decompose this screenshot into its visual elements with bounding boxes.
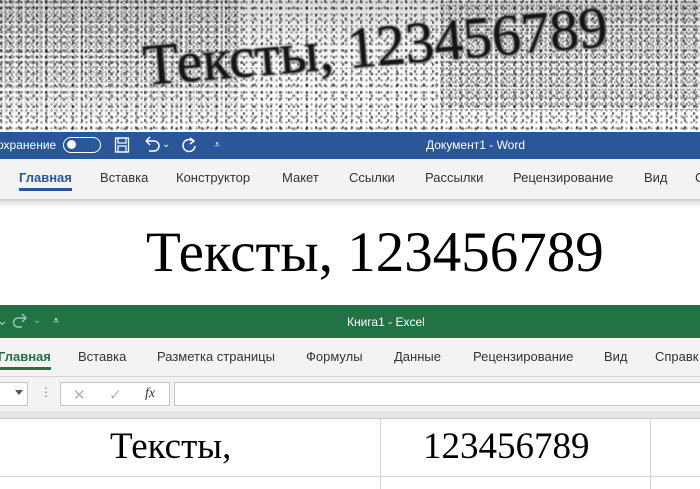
excel-redo-icon[interactable]: [12, 312, 30, 330]
excel-tab-page-layout[interactable]: Разметка страницы: [157, 349, 275, 364]
word-tab-insert[interactable]: Вставка: [100, 170, 148, 185]
cell-a1[interactable]: Тексты,: [110, 425, 231, 468]
cancel-entry-icon[interactable]: ✕: [73, 386, 86, 404]
word-tab-layout[interactable]: Макет: [282, 170, 319, 185]
undo-icon[interactable]: [142, 136, 162, 154]
excel-tab-view[interactable]: Вид: [604, 349, 628, 364]
autosave-toggle[interactable]: [63, 137, 101, 153]
name-box-dropdown-icon[interactable]: [15, 390, 23, 395]
enter-entry-icon[interactable]: ✓: [109, 386, 122, 404]
worksheet-grid: Тексты, 123456789: [0, 411, 700, 489]
excel-redo-dropdown-icon[interactable]: ⌄: [33, 312, 41, 330]
excel-tab-formulas[interactable]: Формулы: [306, 349, 363, 364]
undo-dropdown-icon[interactable]: ⌄: [162, 136, 170, 154]
formula-bar: ⋮ ✕ ✓ fx: [0, 377, 700, 411]
redo-icon[interactable]: [180, 136, 198, 154]
column-divider: [650, 419, 651, 489]
excel-tab-data[interactable]: Данные: [394, 349, 441, 364]
column-divider: [380, 419, 381, 489]
row-divider: [0, 476, 700, 477]
word-tab-mailings[interactable]: Рассылки: [425, 170, 483, 185]
word-tab-review[interactable]: Рецензирование: [513, 170, 613, 185]
word-ribbon-shadow: [0, 199, 700, 208]
insert-function-icon[interactable]: fx: [145, 386, 155, 402]
word-document-title: Документ1 - Word: [426, 138, 526, 152]
autosave-label: охранение: [0, 138, 57, 152]
word-document-text[interactable]: Тексты, 123456789: [146, 220, 604, 285]
column-header-row: [0, 411, 700, 419]
excel-title-bar: ⌄ ⌄ ⩡ Книга1 - Excel: [0, 305, 700, 338]
word-title-bar: охранение ⌄ ⩡ Документ1 - Word: [0, 132, 700, 159]
word-ribbon-tabs: Главная Вставка Конструктор Макет Ссылки…: [0, 159, 700, 199]
excel-customize-qat-icon[interactable]: ⩡: [53, 312, 59, 330]
save-icon[interactable]: [114, 136, 130, 154]
excel-ribbon-tabs: Главная Вставка Разметка страницы Формул…: [0, 338, 700, 376]
excel-document-title: Книга1 - Excel: [347, 315, 425, 329]
excel-tab-help[interactable]: Справк: [655, 349, 698, 364]
excel-tab-review[interactable]: Рецензирование: [473, 349, 573, 364]
formula-input[interactable]: [174, 382, 700, 406]
customize-qat-icon[interactable]: ⩡: [214, 136, 220, 154]
cell-b1[interactable]: 123456789: [423, 425, 590, 468]
word-tab-design[interactable]: Конструктор: [176, 170, 250, 185]
excel-tab-home[interactable]: Главная: [0, 349, 51, 370]
word-tab-help[interactable]: С: [695, 170, 700, 185]
word-tab-home[interactable]: Главная: [19, 170, 72, 191]
autosave-toggle-knob: [67, 140, 76, 149]
word-document-page[interactable]: Тексты, 123456789: [0, 208, 700, 305]
word-tab-references[interactable]: Ссылки: [349, 170, 395, 185]
excel-undo-icon[interactable]: ⌄: [0, 312, 9, 330]
formula-bar-resize-handle[interactable]: ⋮: [40, 385, 52, 399]
excel-tab-insert[interactable]: Вставка: [78, 349, 126, 364]
scanned-paper-image: Тексты, 123456789: [0, 0, 700, 132]
word-tab-view[interactable]: Вид: [644, 170, 668, 185]
formula-bar-buttons: ✕ ✓ fx: [60, 382, 170, 406]
name-box[interactable]: [0, 382, 28, 406]
